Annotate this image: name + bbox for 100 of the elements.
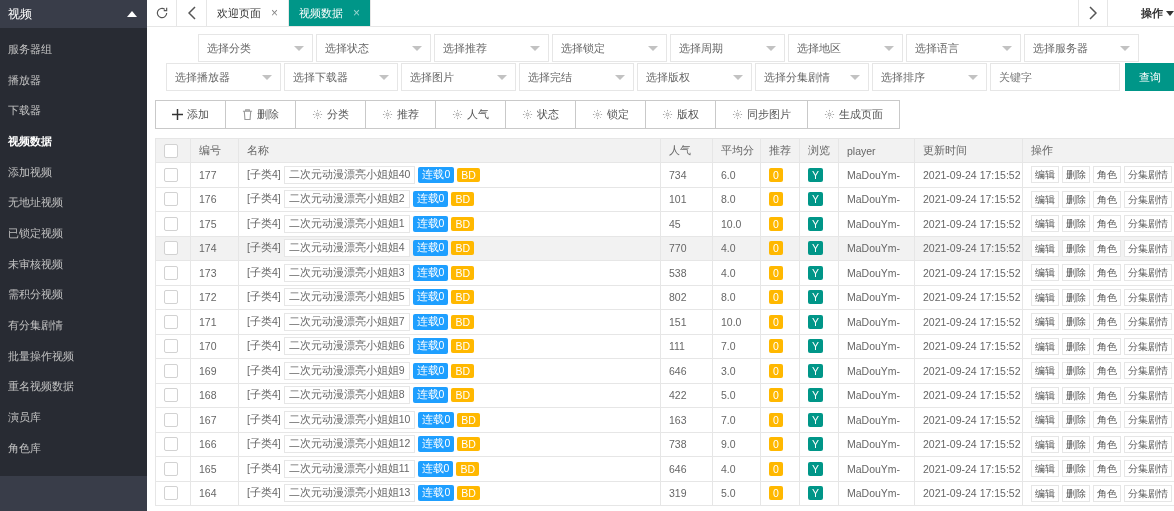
action-button[interactable]: 分集剧情 <box>1124 215 1172 233</box>
action-button[interactable]: 删除 <box>1062 411 1090 429</box>
action-button[interactable]: 删除 <box>1062 288 1090 306</box>
action-button[interactable]: 删除 <box>1062 386 1090 404</box>
checkbox[interactable] <box>164 314 178 329</box>
select-field[interactable]: 选择完结 <box>519 63 634 91</box>
checkbox[interactable] <box>164 486 178 501</box>
select-field[interactable]: 选择周期 <box>670 34 785 62</box>
action-button[interactable]: 编辑 <box>1031 239 1059 257</box>
action-button[interactable]: 编辑 <box>1031 460 1059 478</box>
action-button[interactable]: 角色 <box>1093 288 1121 306</box>
action-button[interactable]: 删除 <box>1062 435 1090 453</box>
action-button[interactable]: 编辑 <box>1031 411 1059 429</box>
toolbar-button[interactable]: 同步图片 <box>716 100 808 129</box>
action-button[interactable]: 删除 <box>1062 313 1090 331</box>
action-button[interactable]: 分集剧情 <box>1124 460 1172 478</box>
action-button[interactable]: 编辑 <box>1031 313 1059 331</box>
sidebar-item[interactable]: 需积分视频 <box>0 279 147 311</box>
action-button[interactable]: 编辑 <box>1031 215 1059 233</box>
action-button[interactable]: 分集剧情 <box>1124 190 1172 208</box>
select-field[interactable]: 选择地区 <box>788 34 903 62</box>
toolbar-button[interactable]: 分类 <box>296 100 366 129</box>
sidebar-item[interactable]: 未审核视频 <box>0 248 147 280</box>
action-button[interactable]: 编辑 <box>1031 264 1059 282</box>
select-field[interactable]: 选择播放器 <box>166 63 281 91</box>
checkbox[interactable] <box>164 339 178 354</box>
action-button[interactable]: 删除 <box>1062 239 1090 257</box>
action-button[interactable]: 分集剧情 <box>1124 435 1172 453</box>
close-icon[interactable]: × <box>271 6 278 20</box>
checkbox[interactable] <box>164 437 178 452</box>
action-button[interactable]: 分集剧情 <box>1124 264 1172 282</box>
toolbar-button[interactable]: 版权 <box>646 100 716 129</box>
action-button[interactable]: 删除 <box>1062 215 1090 233</box>
toolbar-button[interactable]: 状态 <box>506 100 576 129</box>
action-button[interactable]: 角色 <box>1093 215 1121 233</box>
action-button[interactable]: 角色 <box>1093 190 1121 208</box>
action-button[interactable]: 编辑 <box>1031 484 1059 502</box>
checkbox[interactable] <box>164 388 178 403</box>
action-button[interactable]: 角色 <box>1093 239 1121 257</box>
action-button[interactable]: 分集剧情 <box>1124 313 1172 331</box>
checkbox[interactable] <box>164 265 178 280</box>
action-button[interactable]: 删除 <box>1062 337 1090 355</box>
select-field[interactable]: 选择状态 <box>316 34 431 62</box>
select-field[interactable]: 选择服务器 <box>1024 34 1139 62</box>
action-button[interactable]: 编辑 <box>1031 362 1059 380</box>
toolbar-button[interactable]: 人气 <box>436 100 506 129</box>
action-button[interactable]: 删除 <box>1062 484 1090 502</box>
action-button[interactable]: 删除 <box>1062 166 1090 184</box>
toolbar-button[interactable]: 锁定 <box>576 100 646 129</box>
checkbox[interactable] <box>164 216 178 231</box>
sidebar-item[interactable]: 有分集剧情 <box>0 310 147 341</box>
select-field[interactable]: 选择排序 <box>872 63 988 91</box>
action-button[interactable]: 分集剧情 <box>1124 411 1172 429</box>
select-field[interactable]: 选择锁定 <box>552 34 667 62</box>
action-button[interactable]: 角色 <box>1093 460 1121 478</box>
select-field[interactable]: 选择版权 <box>636 63 752 91</box>
checkbox[interactable] <box>164 412 178 427</box>
select-field[interactable]: 选择下载器 <box>283 63 399 91</box>
action-button[interactable]: 分集剧情 <box>1124 337 1172 355</box>
action-button[interactable]: 分集剧情 <box>1124 386 1172 404</box>
action-button[interactable]: 分集剧情 <box>1124 484 1172 502</box>
sidebar-item[interactable]: 服务器组 <box>0 34 147 65</box>
checkbox[interactable] <box>164 461 178 476</box>
action-button[interactable]: 删除 <box>1062 460 1090 478</box>
action-button[interactable]: 删除 <box>1062 264 1090 282</box>
select-field[interactable]: 选择分集剧情 <box>754 63 870 91</box>
sidebar-item[interactable]: 视频数据 <box>0 126 147 157</box>
action-button[interactable]: 删除 <box>1062 190 1090 208</box>
action-button[interactable]: 角色 <box>1093 337 1121 355</box>
sidebar-item[interactable]: 角色库 <box>0 432 147 464</box>
action-button[interactable]: 编辑 <box>1031 288 1059 306</box>
operations-menu[interactable]: 操作 <box>1108 0 1174 26</box>
sidebar-item[interactable]: 演员库 <box>0 402 147 433</box>
action-button[interactable]: 角色 <box>1093 411 1121 429</box>
action-button[interactable]: 删除 <box>1062 362 1090 380</box>
action-button[interactable]: 角色 <box>1093 386 1121 404</box>
action-button[interactable]: 分集剧情 <box>1124 166 1172 184</box>
chevron-right-icon[interactable] <box>1078 0 1108 26</box>
checkbox[interactable] <box>164 241 178 256</box>
toolbar-button[interactable]: 添加 <box>155 100 226 129</box>
sidebar-item[interactable]: 添加视频 <box>0 156 147 188</box>
sidebar-item[interactable]: 下载器 <box>0 95 147 127</box>
action-button[interactable]: 角色 <box>1093 264 1121 282</box>
sidebar-item[interactable]: 批量操作视频 <box>0 340 147 372</box>
toolbar-button[interactable]: 生成页面 <box>808 100 900 129</box>
checkbox[interactable] <box>164 167 178 182</box>
action-button[interactable]: 编辑 <box>1031 435 1059 453</box>
action-button[interactable]: 角色 <box>1093 484 1121 502</box>
action-button[interactable]: 分集剧情 <box>1124 239 1172 257</box>
search-button[interactable]: 查询 <box>1125 63 1174 91</box>
sidebar-item[interactable]: 重名视频数据 <box>0 371 147 403</box>
checkbox[interactable] <box>164 192 178 207</box>
action-button[interactable]: 分集剧情 <box>1124 288 1172 306</box>
action-button[interactable]: 角色 <box>1093 435 1121 453</box>
select-field[interactable]: 选择语言 <box>906 34 1021 62</box>
select-field[interactable]: 选择推荐 <box>434 34 549 62</box>
sidebar-item[interactable]: 已锁定视频 <box>0 218 147 249</box>
tab[interactable]: 视频数据 × <box>289 0 372 26</box>
action-button[interactable]: 角色 <box>1093 362 1121 380</box>
checkbox[interactable] <box>164 143 178 158</box>
